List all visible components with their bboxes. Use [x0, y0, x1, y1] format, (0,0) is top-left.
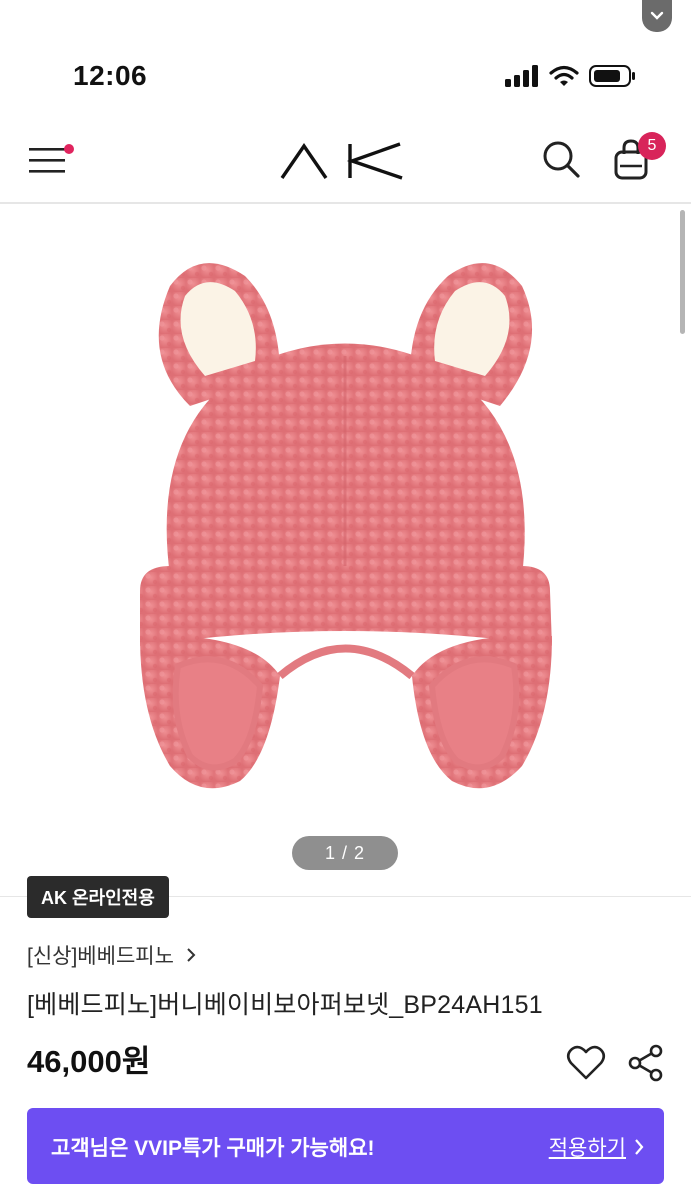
notification-dot: [64, 144, 74, 154]
share-button[interactable]: [628, 1044, 664, 1082]
cart-button[interactable]: 5: [612, 132, 666, 182]
ak-logo[interactable]: [280, 142, 404, 180]
scrollbar[interactable]: [680, 210, 685, 334]
product-title: [베베드피노]버니베이비보아퍼보넷_BP24AH151: [27, 991, 543, 1019]
brand-link[interactable]: [신상]베베드피노: [27, 940, 196, 970]
vvip-apply-link[interactable]: 적용하기: [549, 1132, 644, 1162]
vvip-message: 고객님은 VVIP특가 구매가 가능해요!: [51, 1137, 375, 1160]
wishlist-button[interactable]: [566, 1044, 606, 1082]
chevron-right-icon: [187, 948, 196, 962]
cellular-signal-icon: [505, 65, 538, 87]
cart-count-badge: 5: [638, 132, 666, 160]
heart-icon: [566, 1045, 606, 1080]
share-icon: [628, 1044, 663, 1082]
chevron-right-icon: [635, 1139, 644, 1155]
app-header: 5: [0, 120, 691, 204]
wifi-icon: [549, 65, 579, 86]
online-exclusive-badge: AK 온라인전용: [27, 876, 169, 918]
status-time: 12:06: [73, 60, 148, 91]
search-icon: [543, 141, 580, 178]
vvip-apply-label: 적용하기: [548, 1137, 626, 1160]
status-bar: 12:06: [0, 0, 691, 120]
product-image[interactable]: [130, 236, 560, 796]
vvip-banner[interactable]: 고객님은 VVIP특가 구매가 가능해요! 적용하기: [27, 1108, 664, 1184]
status-icons: [505, 64, 637, 88]
battery-icon: [589, 65, 635, 87]
menu-button[interactable]: [26, 140, 74, 180]
search-button[interactable]: [540, 138, 582, 180]
brand-name: [신상]베베드피노: [27, 945, 174, 968]
product-image-gallery[interactable]: 1 / 2: [0, 206, 691, 896]
image-pager: 1 / 2: [292, 836, 398, 870]
product-price: 46,000원: [27, 1044, 151, 1079]
ak-logo-mark: [280, 142, 403, 180]
